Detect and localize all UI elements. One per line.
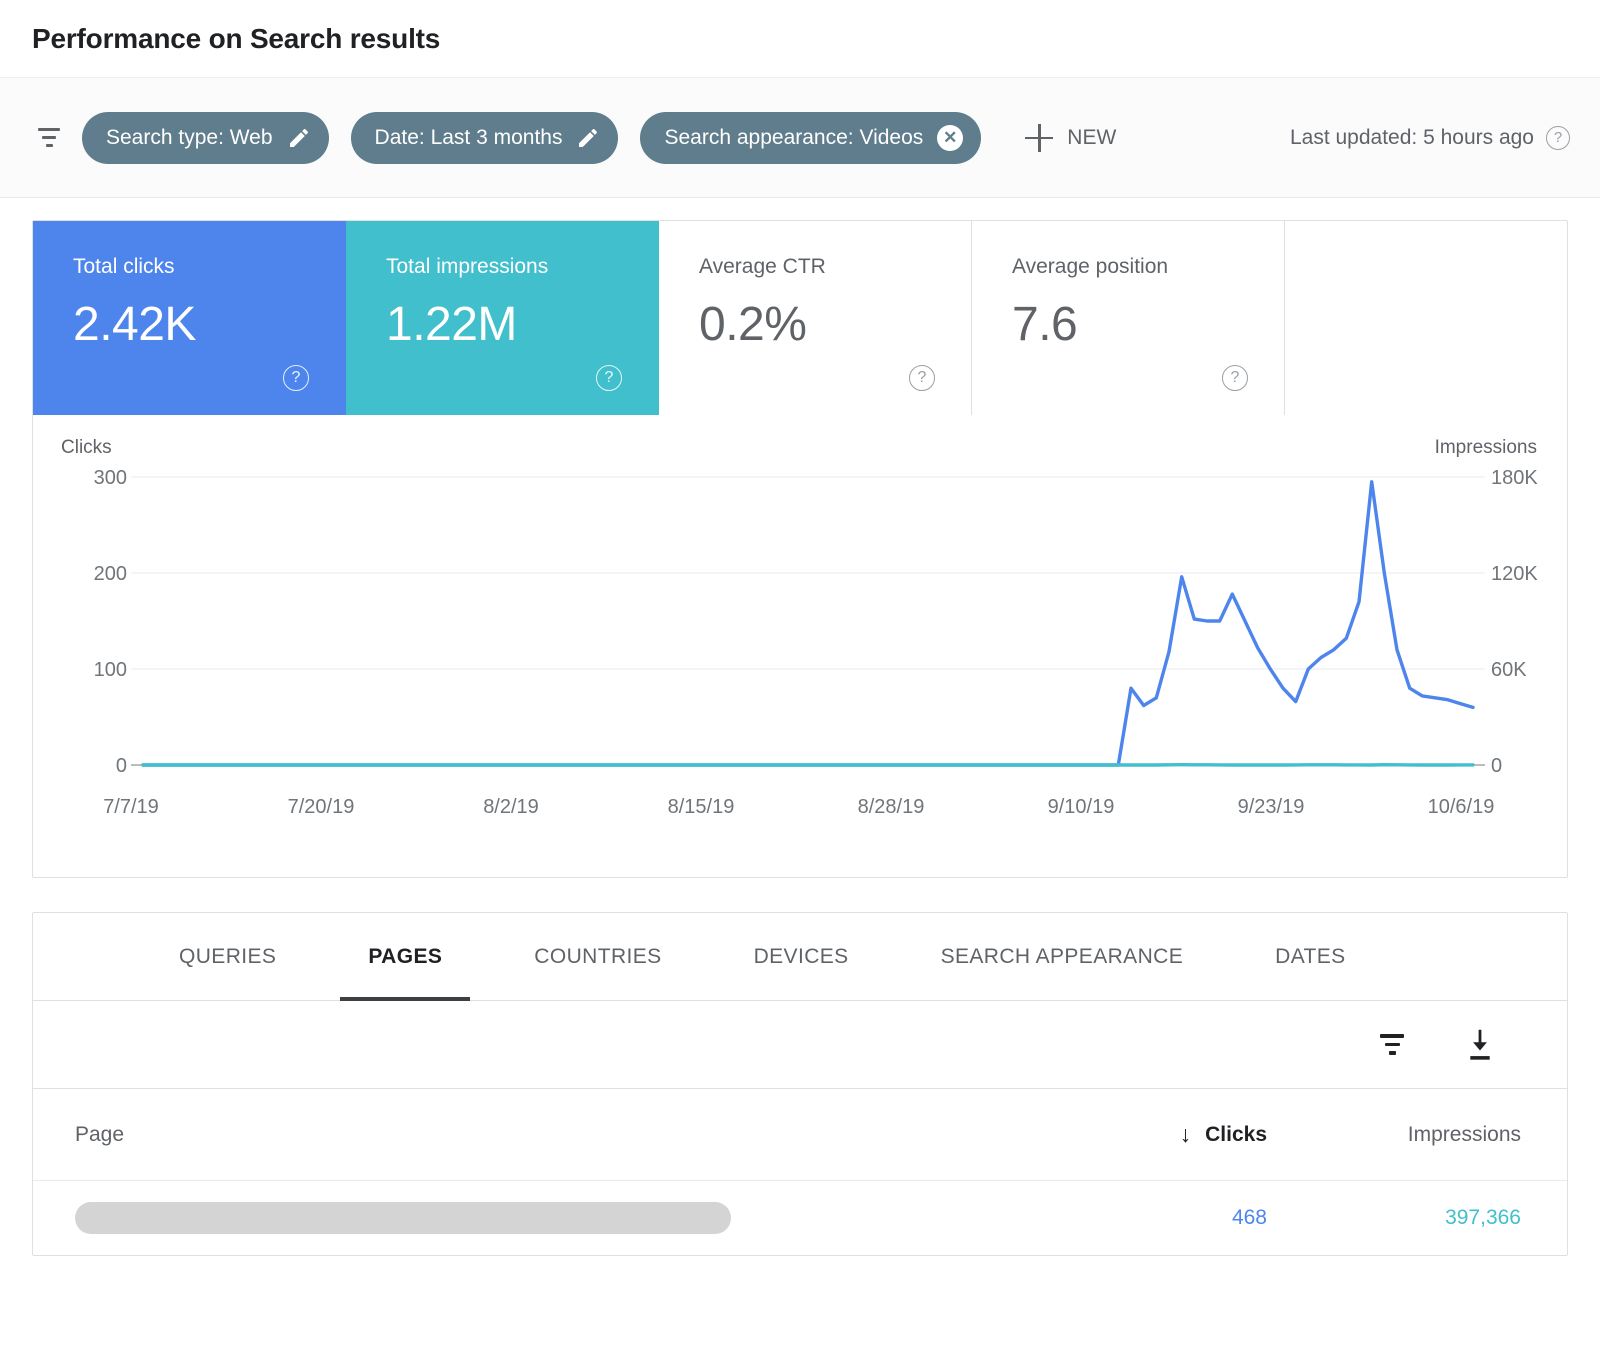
x-axis-tick: 8/15/19 [668,796,735,818]
x-axis-tick: 9/23/19 [1238,796,1305,818]
pencil-icon[interactable] [576,126,600,150]
metric-card-average-position[interactable]: Average position 7.6 ? [972,221,1285,415]
table-row[interactable]: 468 397,366 [33,1181,1567,1255]
pencil-icon[interactable] [287,126,311,150]
metric-card-total-clicks[interactable]: Total clicks 2.42K ? [33,221,346,415]
right-axis-ticks: 0 60K 120K 180K [1491,467,1538,777]
metric-value: 7.6 [1012,297,1284,352]
left-axis-tick: 200 [94,563,127,585]
tab-dates[interactable]: DATES [1247,913,1373,1000]
tab-countries[interactable]: COUNTRIES [506,913,689,1000]
chart-series [143,482,1473,765]
chip-date-label: Date: Last 3 months [375,126,563,150]
page-title: Performance on Search results [32,23,440,55]
tab-label: PAGES [368,945,442,969]
tab-pages[interactable]: PAGES [340,913,470,1000]
metric-label: Total clicks [73,255,345,279]
column-header-clicks[interactable]: ↓ Clicks [1067,1121,1307,1148]
tab-label: SEARCH APPEARANCE [941,945,1184,969]
tab-label: DATES [1275,945,1345,969]
x-axis-tick: 7/20/19 [288,796,355,818]
download-icon[interactable] [1463,1027,1497,1063]
performance-page: Performance on Search results Search typ… [0,0,1600,1358]
help-circle-icon[interactable]: ? [909,365,935,391]
x-axis-tick: 9/10/19 [1048,796,1115,818]
metric-cards: Total clicks 2.42K ? Total impressions 1… [33,221,1567,415]
timeseries-chart[interactable]: Clicks Impressions 0 100 200 300 0 60K 120K 18… [33,415,1567,877]
help-circle-icon[interactable]: ? [283,365,309,391]
x-axis-tick: 7/7/19 [103,796,159,818]
last-updated: Last updated: 5 hours ago ? [1290,126,1570,150]
right-axis-tick: 180K [1491,467,1538,489]
chip-search-type[interactable]: Search type: Web [82,112,329,164]
chip-search-type-label: Search type: Web [106,126,273,150]
metric-card-average-ctr[interactable]: Average CTR 0.2% ? [659,221,972,415]
right-axis-tick: 0 [1491,755,1502,777]
right-axis-tick: 120K [1491,563,1538,585]
redacted-page-url [75,1202,731,1234]
table-toolbar [33,1001,1567,1089]
help-circle-icon[interactable]: ? [1222,365,1248,391]
plus-icon [1025,124,1053,152]
series-line-clicks [143,482,1473,765]
help-circle-icon[interactable]: ? [596,365,622,391]
tab-search-appearance[interactable]: SEARCH APPEARANCE [913,913,1212,1000]
filter-list-icon[interactable] [32,121,66,155]
cell-clicks: 468 [1067,1206,1307,1230]
metric-value: 2.42K [73,297,345,352]
metric-card-empty [1285,221,1567,415]
close-icon[interactable]: ✕ [937,125,963,151]
cell-impressions: 397,366 [1307,1206,1567,1230]
chip-search-appearance[interactable]: Search appearance: Videos ✕ [640,112,981,164]
x-axis-tick: 10/6/19 [1428,796,1495,818]
left-axis-tick: 100 [94,659,127,681]
sort-descending-icon: ↓ [1180,1121,1192,1148]
chart-svg: Clicks Impressions 0 100 200 300 0 60K 120K 18… [33,415,1565,877]
tab-label: QUERIES [179,945,276,969]
metric-label: Average CTR [699,255,971,279]
right-axis-tick: 60K [1491,659,1527,681]
column-header-page[interactable]: Page [33,1123,1067,1147]
table-header-row: Page ↓ Clicks Impressions [33,1089,1567,1181]
metric-value: 0.2% [699,297,971,352]
column-header-impressions[interactable]: Impressions [1307,1123,1567,1147]
help-circle-icon[interactable]: ? [1546,126,1570,150]
left-axis-title: Clicks [61,437,112,458]
cell-page[interactable] [33,1202,1067,1234]
x-axis-ticks: 7/7/19 7/20/19 8/2/19 8/15/19 8/28/19 9/10/19… [103,796,1494,818]
filter-bar: Search type: Web Date: Last 3 months Sea… [0,78,1600,198]
column-header-clicks-label: Clicks [1205,1123,1267,1147]
page-header: Performance on Search results [0,0,1600,78]
chip-search-appearance-label: Search appearance: Videos [664,126,923,150]
tab-devices[interactable]: DEVICES [726,913,877,1000]
last-updated-text: Last updated: 5 hours ago [1290,126,1534,150]
tab-label: COUNTRIES [534,945,661,969]
dimension-tabs: QUERIES PAGES COUNTRIES DEVICES SEARCH A… [33,913,1567,1001]
x-axis-tick: 8/2/19 [483,796,539,818]
x-axis-tick: 8/28/19 [858,796,925,818]
new-filter-button[interactable]: NEW [1015,116,1126,160]
left-axis-tick: 300 [94,467,127,489]
right-axis-title: Impressions [1435,437,1537,458]
metric-value: 1.22M [386,297,658,352]
chart-gridlines [131,477,1485,765]
dimension-table-card: QUERIES PAGES COUNTRIES DEVICES SEARCH A… [32,912,1568,1256]
metric-label: Average position [1012,255,1284,279]
left-axis-ticks: 0 100 200 300 [94,467,127,777]
new-filter-label: NEW [1067,126,1116,150]
tab-queries[interactable]: QUERIES [151,913,304,1000]
metric-card-total-impressions[interactable]: Total impressions 1.22M ? [346,221,659,415]
left-axis-tick: 0 [116,755,127,777]
performance-chart-card: Total clicks 2.42K ? Total impressions 1… [32,220,1568,878]
chip-date[interactable]: Date: Last 3 months [351,112,619,164]
tab-label: DEVICES [754,945,849,969]
filter-list-icon[interactable] [1375,1028,1409,1062]
metric-label: Total impressions [386,255,658,279]
